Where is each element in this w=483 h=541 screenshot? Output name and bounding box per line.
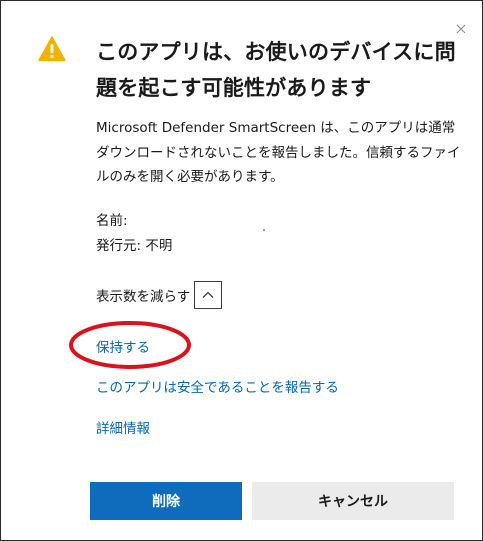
publisher-line: 発行元: 不明 [96, 238, 173, 254]
collapse-button[interactable] [194, 281, 223, 309]
warning-message: Microsoft Defender SmartScreen は、このアプリは通… [96, 120, 461, 185]
show-less-label: 表示数を減らす [96, 289, 191, 305]
keep-link[interactable]: 保持する [96, 336, 150, 356]
cancel-button[interactable]: キャンセル [252, 482, 454, 520]
smartscreen-warning-dialog: このアプリは、お使いのデバイスに問題を起こす可能性があります Microsoft… [0, 0, 483, 541]
show-less-toggle[interactable]: 表示数を減らす [96, 281, 223, 309]
file-name-value [263, 229, 265, 231]
file-name-label: 名前: [96, 213, 128, 229]
chevron-up-icon [202, 291, 214, 298]
delete-button[interactable]: 削除 [90, 482, 242, 520]
warning-icon [38, 36, 66, 62]
report-safe-link[interactable]: このアプリは安全であることを報告する [96, 376, 339, 396]
dialog-title: このアプリは、お使いのデバイスに問題を起こす可能性があります [96, 40, 456, 100]
more-info-link[interactable]: 詳細情報 [96, 417, 150, 437]
